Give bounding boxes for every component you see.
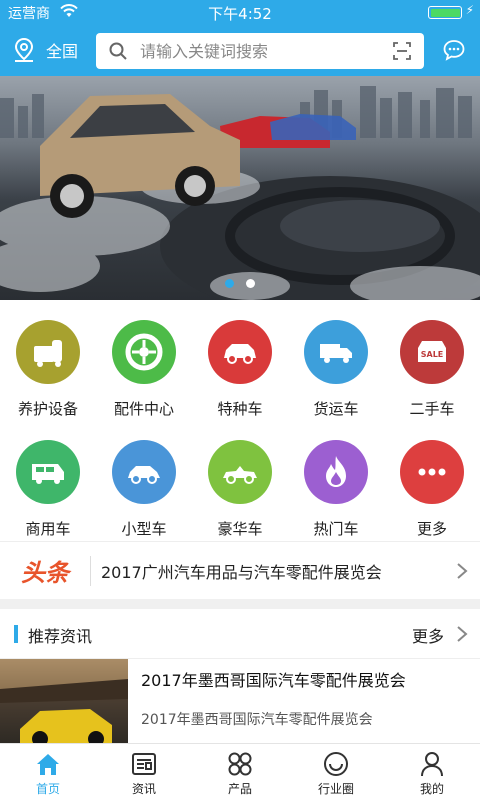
article-thumbnail [0,659,128,743]
category-label: 配件中心 [113,400,174,418]
user-icon [421,752,443,777]
divider [90,555,91,586]
section-divider [0,599,480,609]
chevron-right-icon [457,562,468,579]
truck-icon [304,320,368,384]
headline-tag: 头条 [21,559,69,587]
charging-icon: ⚡ [465,3,474,17]
svg-text:SALE: SALE [421,350,444,359]
section-title: 推荐资讯 [28,627,93,646]
sale-icon: SALE [400,320,464,384]
tab-label: 首页 [35,782,60,796]
article-title[interactable]: 2017年墨西哥国际汽车零配件展览会 [141,667,406,691]
article-subtitle: 2017年墨西哥国际汽车零配件展览会 [141,712,373,728]
article-item[interactable]: 2017年墨西哥国际汽车零配件展览会 2017年墨西哥国际汽车零配件展览会 [0,659,480,743]
tab-label: 资讯 [131,782,156,796]
category-parts[interactable]: 配件中心 [96,320,192,419]
more-icon [400,440,464,504]
promo-banner[interactable] [0,76,480,300]
category-maintenance[interactable]: 养护设备 [0,320,96,419]
category-label: 热门车 [313,520,359,538]
chevron-right-icon[interactable] [456,625,468,643]
category-popular[interactable]: 热门车 [288,440,384,539]
location-pin-icon [14,37,34,62]
tab-label: 产品 [227,782,252,796]
tab-label: 行业圈 [317,782,354,796]
category-freight[interactable]: 货运车 [288,320,384,419]
pager-dot-2[interactable] [246,279,255,288]
tab-industry[interactable]: 行业圈 [288,744,384,800]
tab-news[interactable]: 资讯 [96,744,192,800]
category-luxury[interactable]: 豪华车 [192,440,288,539]
pager-dot-1[interactable] [225,279,234,288]
category-more[interactable]: 更多 [384,440,480,539]
tire-icon [112,320,176,384]
van-icon [16,440,80,504]
category-label: 特种车 [217,400,263,418]
tab-profile[interactable]: 我的 [384,744,480,800]
tab-label: 我的 [419,782,444,796]
category-label: 商用车 [25,520,71,538]
location-selector[interactable]: 全国 [12,34,78,66]
banner-image [0,86,480,300]
category-label: 更多 [416,520,447,538]
suv-icon [208,320,272,384]
headline-text[interactable]: 2017广州汽车用品与汽车零配件展览会 [101,559,456,583]
convertible-icon [208,440,272,504]
products-icon [228,752,252,776]
location-label: 全国 [46,42,79,61]
status-bar: 运营商 下午4:52 ⚡ [0,0,480,24]
search-input[interactable] [140,41,380,61]
category-label: 豪华车 [217,520,263,538]
category-special[interactable]: 特种车 [192,320,288,419]
category-commercial[interactable]: 商用车 [0,440,96,539]
section-accent [14,625,18,643]
tab-bar: 首页 资讯 产品 行业圈 我的 [0,743,480,800]
tab-products[interactable]: 产品 [192,744,288,800]
category-label: 二手车 [409,400,455,418]
news-icon [132,753,156,775]
tab-home[interactable]: 首页 [0,744,96,800]
circle-icon [324,752,348,776]
more-link[interactable]: 更多 [412,623,444,647]
fire-icon [304,440,368,504]
category-used[interactable]: SALE 二手车 [384,320,480,419]
category-grid: 养护设备 配件中心 特种车 货运车 SALE 二手车 商用车 小型车 豪华车 热… [0,300,480,540]
header: 全国 [0,24,480,76]
category-label: 养护设备 [17,400,78,418]
category-compact[interactable]: 小型车 [96,440,192,539]
maintenance-icon [16,320,80,384]
category-label: 货运车 [313,400,359,418]
battery-icon [428,6,462,19]
search-icon [109,42,127,60]
search-box[interactable] [96,33,424,69]
compact-car-icon [112,440,176,504]
message-icon[interactable] [442,38,466,62]
recommend-header: 推荐资讯 更多 [0,609,480,659]
home-icon [37,754,59,775]
status-time: 下午4:52 [208,5,272,23]
banner-pager [0,279,480,288]
top-bar: 运营商 下午4:52 ⚡ 全国 [0,0,480,76]
category-label: 小型车 [121,520,167,538]
scan-icon[interactable] [392,41,412,61]
headline-bar[interactable]: 头条 2017广州汽车用品与汽车零配件展览会 [0,541,480,599]
